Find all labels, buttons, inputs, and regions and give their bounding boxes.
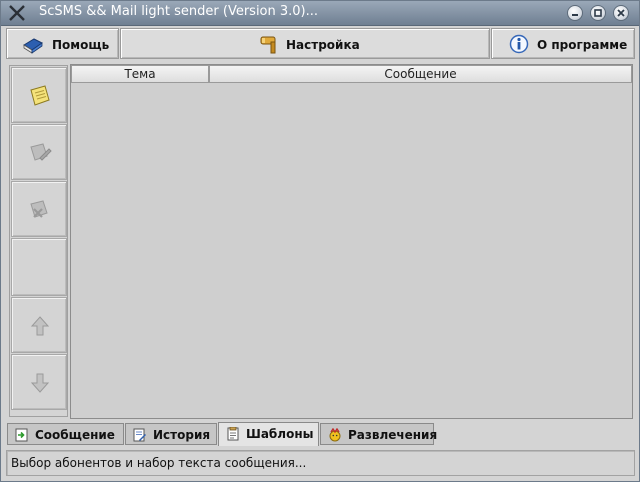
title-bar[interactable]: ScSMS && Mail light sender (Version 3.0)…: [1, 1, 639, 26]
template-tools-column: [9, 65, 68, 417]
info-icon: [509, 34, 529, 54]
move-up-button[interactable]: [11, 297, 67, 353]
tab-message[interactable]: Сообщение: [7, 423, 124, 445]
table-header: Тема Сообщение: [71, 65, 632, 83]
tab-templates-label: Шаблоны: [246, 427, 314, 441]
edit-template-button[interactable]: [11, 124, 67, 180]
column-header-message[interactable]: Сообщение: [209, 65, 632, 83]
bottom-tab-bar: Сообщение История Шаблоны Развлечения: [7, 422, 635, 446]
tab-fun[interactable]: Развлечения: [320, 423, 438, 445]
templates-table[interactable]: Тема Сообщение: [70, 64, 633, 419]
close-button[interactable]: [613, 5, 629, 21]
status-bar: Выбор абонентов и набор текста сообщения…: [6, 450, 635, 476]
help-label: Помощь: [52, 38, 110, 52]
about-label: О программе: [537, 38, 628, 52]
tab-fun-label: Развлечения: [348, 428, 438, 442]
delete-template-button[interactable]: [11, 181, 67, 237]
status-text: Выбор абонентов и набор текста сообщения…: [11, 456, 307, 470]
new-note-icon: [30, 85, 50, 106]
tab-history-label: История: [153, 428, 211, 442]
book-icon: [23, 38, 43, 54]
help-button[interactable]: Помощь: [6, 28, 119, 59]
gavel-icon: [260, 36, 276, 54]
tab-history[interactable]: История: [125, 423, 217, 445]
arrow-down-icon: [30, 373, 50, 393]
about-button[interactable]: О программе: [491, 28, 635, 59]
templates-icon: [227, 427, 239, 441]
message-icon: [15, 428, 28, 442]
minimize-button[interactable]: [567, 5, 583, 21]
close-icon: [617, 9, 625, 17]
move-down-button[interactable]: [11, 354, 67, 410]
settings-button[interactable]: Настройка: [120, 28, 490, 59]
maximize-button[interactable]: [590, 5, 606, 21]
delete-note-icon: [30, 200, 48, 218]
tab-message-label: Сообщение: [35, 428, 115, 442]
column-header-subject[interactable]: Тема: [71, 65, 209, 83]
app-x-icon: [9, 5, 25, 21]
window-title: ScSMS && Mail light sender (Version 3.0)…: [39, 4, 319, 19]
top-toolbar: Помощь Настройка О программе: [6, 28, 635, 60]
arrow-up-icon: [30, 316, 50, 336]
history-icon: [133, 428, 146, 442]
fun-icon: [329, 428, 341, 442]
tab-templates[interactable]: Шаблоны: [218, 422, 319, 446]
maximize-icon: [594, 9, 602, 17]
settings-label: Настройка: [286, 38, 360, 52]
edit-note-icon: [30, 143, 52, 161]
minimize-icon: [572, 14, 578, 16]
main-window: ScSMS && Mail light sender (Version 3.0)…: [0, 0, 640, 482]
new-template-button[interactable]: [11, 67, 67, 123]
spacer-button: [11, 238, 67, 296]
